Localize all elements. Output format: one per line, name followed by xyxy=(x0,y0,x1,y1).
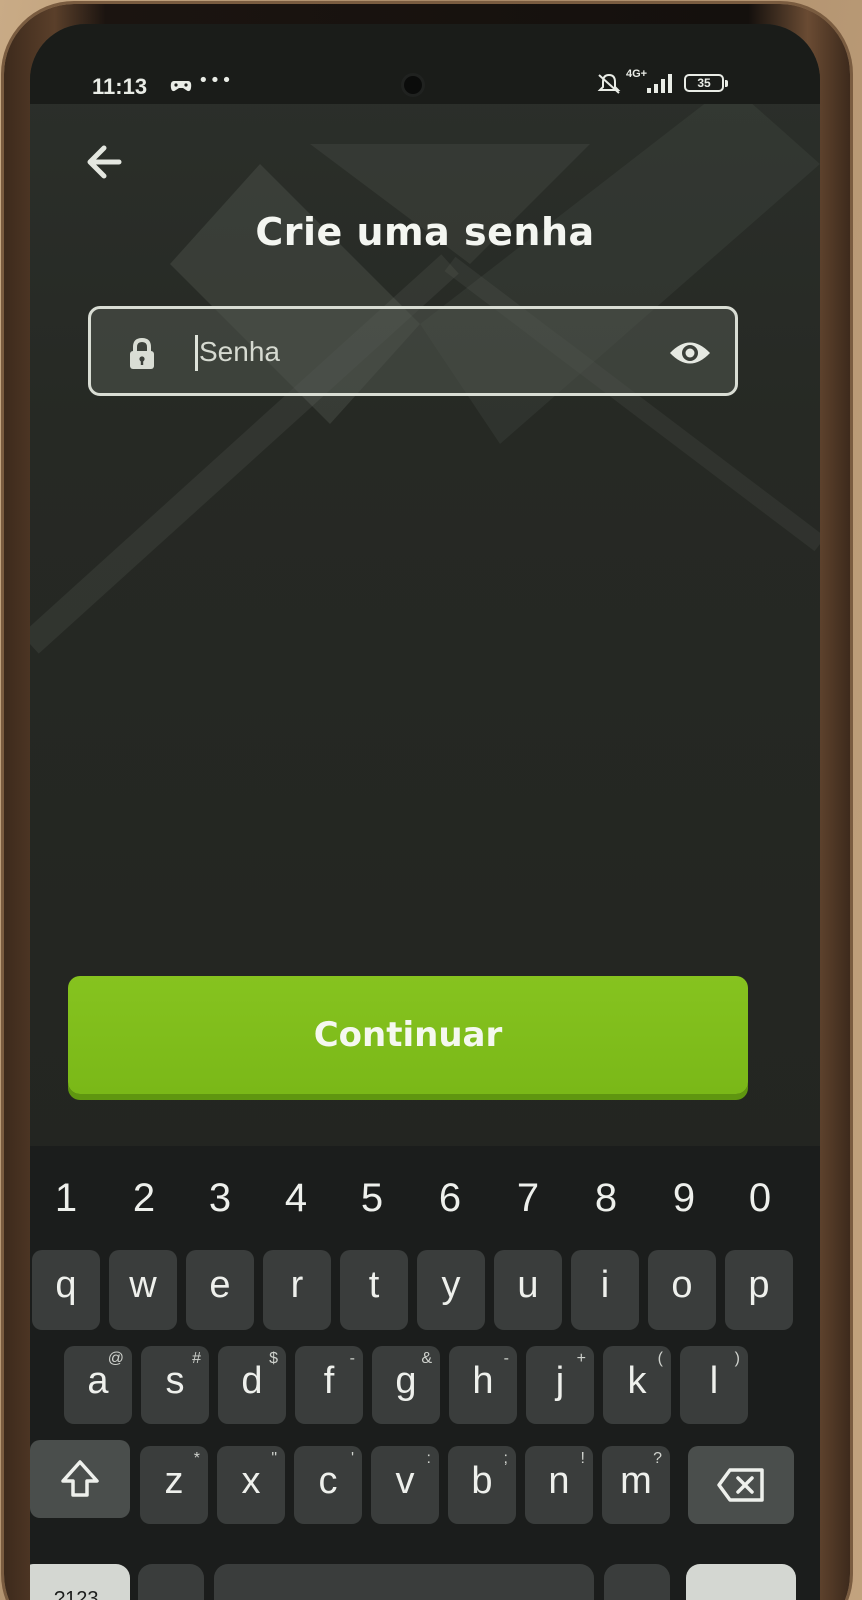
shift-key[interactable] xyxy=(30,1440,130,1518)
letter-key[interactable]: d $ xyxy=(218,1346,286,1424)
key-letter: w xyxy=(129,1264,157,1306)
key-symbol-hint: ; xyxy=(503,1450,508,1467)
toggle-visibility-button[interactable] xyxy=(667,333,713,373)
letter-key[interactable]: k( xyxy=(603,1346,671,1424)
key-symbol-hint: ' xyxy=(350,1450,354,1467)
letter-key[interactable]: j + xyxy=(526,1346,594,1424)
signal-icon xyxy=(647,74,672,93)
key-symbol-hint: + xyxy=(576,1350,586,1367)
letter-key[interactable]: n! xyxy=(525,1446,593,1524)
period-key[interactable] xyxy=(604,1564,670,1600)
game-controller-icon xyxy=(170,81,192,92)
page-title: Crie uma senha xyxy=(255,210,595,254)
password-field[interactable] xyxy=(88,306,738,396)
key-letter: r xyxy=(290,1264,304,1306)
letter-key[interactable]: f- xyxy=(295,1346,363,1424)
key-letter: t xyxy=(368,1264,380,1306)
key-symbol-hint: " xyxy=(271,1450,277,1467)
enter-key[interactable] xyxy=(686,1564,796,1600)
phone-frame: 11:13 ••• 4G+ 35 Crie uma senha Continua… xyxy=(4,4,850,1600)
letter-key[interactable]: v: xyxy=(371,1446,439,1524)
front-camera xyxy=(404,76,422,94)
keyboard-number-row: 1234567890 xyxy=(30,1166,820,1230)
text-cursor xyxy=(195,335,198,371)
password-input[interactable] xyxy=(199,323,639,381)
comma-key[interactable] xyxy=(138,1564,204,1600)
network-type: 4G+ xyxy=(626,68,648,80)
key-letter: q xyxy=(55,1264,77,1306)
phone-screen: 11:13 ••• 4G+ 35 Crie uma senha Continua… xyxy=(30,24,820,1600)
key-symbol-hint: & xyxy=(421,1350,432,1367)
continue-button[interactable]: Continuar xyxy=(68,976,748,1094)
key-symbol-hint: ? xyxy=(653,1450,662,1467)
key-symbol-hint: ! xyxy=(580,1450,585,1467)
key-letter: u xyxy=(517,1264,539,1306)
letter-key[interactable]: o xyxy=(648,1250,716,1330)
key-symbol-hint: # xyxy=(192,1350,201,1367)
number-key[interactable]: 4 xyxy=(266,1166,326,1230)
letter-key[interactable]: i xyxy=(571,1250,639,1330)
key-symbol-hint: * xyxy=(193,1450,200,1467)
letter-key[interactable]: l) xyxy=(680,1346,748,1424)
letter-key[interactable]: g & xyxy=(372,1346,440,1424)
letter-key[interactable]: a @ xyxy=(64,1346,132,1424)
number-key[interactable]: 1 xyxy=(36,1166,96,1230)
key-symbol-hint: $ xyxy=(269,1350,278,1367)
number-key[interactable]: 9 xyxy=(654,1166,714,1230)
key-letter: p xyxy=(748,1264,770,1306)
eye-icon xyxy=(670,342,710,364)
status-more-dots: ••• xyxy=(198,70,233,91)
key-letter: e xyxy=(209,1264,231,1306)
key-symbol-hint: ) xyxy=(734,1350,740,1367)
backspace-icon xyxy=(717,1468,764,1502)
letter-key[interactable]: w xyxy=(109,1250,177,1330)
letter-key[interactable]: p xyxy=(725,1250,793,1330)
letter-key[interactable]: e xyxy=(186,1250,254,1330)
letter-key[interactable]: u xyxy=(494,1250,562,1330)
battery-icon: 35 xyxy=(684,74,728,92)
back-button[interactable] xyxy=(76,134,132,190)
letter-key[interactable]: y xyxy=(417,1250,485,1330)
key-letter: i xyxy=(600,1264,610,1306)
letter-key[interactable]: t xyxy=(340,1250,408,1330)
space-bar[interactable] xyxy=(214,1564,594,1600)
key-symbol-hint: - xyxy=(349,1350,355,1367)
key-symbol-hint: ( xyxy=(657,1350,663,1367)
letter-key[interactable]: s # xyxy=(141,1346,209,1424)
battery-level: 35 xyxy=(697,76,711,90)
key-letter: o xyxy=(671,1264,693,1306)
status-bar: 11:13 ••• 4G+ 35 xyxy=(30,24,820,104)
mute-bell-icon xyxy=(597,73,621,94)
number-key[interactable]: 8 xyxy=(576,1166,636,1230)
number-key[interactable]: 6 xyxy=(420,1166,480,1230)
letter-key[interactable]: x " xyxy=(217,1446,285,1524)
key-letter: y xyxy=(441,1264,461,1306)
photo-scene: 11:13 ••• 4G+ 35 Crie uma senha Continua… xyxy=(0,0,862,1600)
letter-key[interactable]: h- xyxy=(449,1346,517,1424)
on-screen-keyboard: 1234567890 q w e r t y u i o p a @ s # d $ f - g & h - j + k(l) z… xyxy=(30,1146,820,1600)
letter-key[interactable]: q xyxy=(32,1250,100,1330)
letter-key[interactable]: z * xyxy=(140,1446,208,1524)
lock-icon xyxy=(130,337,154,369)
backspace-key[interactable] xyxy=(688,1446,794,1524)
shift-icon xyxy=(61,1460,99,1497)
status-time: 11:13 xyxy=(92,74,148,99)
key-symbol-hint: : xyxy=(426,1450,431,1467)
letter-key[interactable]: r xyxy=(263,1250,331,1330)
letter-key[interactable]: c ' xyxy=(294,1446,362,1524)
number-key[interactable]: 5 xyxy=(342,1166,402,1230)
number-key[interactable]: 0 xyxy=(730,1166,790,1230)
number-key[interactable]: 3 xyxy=(190,1166,250,1230)
key-symbol-hint: @ xyxy=(107,1350,124,1367)
symbols-key-label: ?123 xyxy=(54,1588,99,1600)
letter-key[interactable]: b; xyxy=(448,1446,516,1524)
number-key[interactable]: 2 xyxy=(114,1166,174,1230)
letter-key[interactable]: m? xyxy=(602,1446,670,1524)
arrow-left-icon xyxy=(87,145,122,179)
number-key[interactable]: 7 xyxy=(498,1166,558,1230)
key-symbol-hint: - xyxy=(503,1350,509,1367)
